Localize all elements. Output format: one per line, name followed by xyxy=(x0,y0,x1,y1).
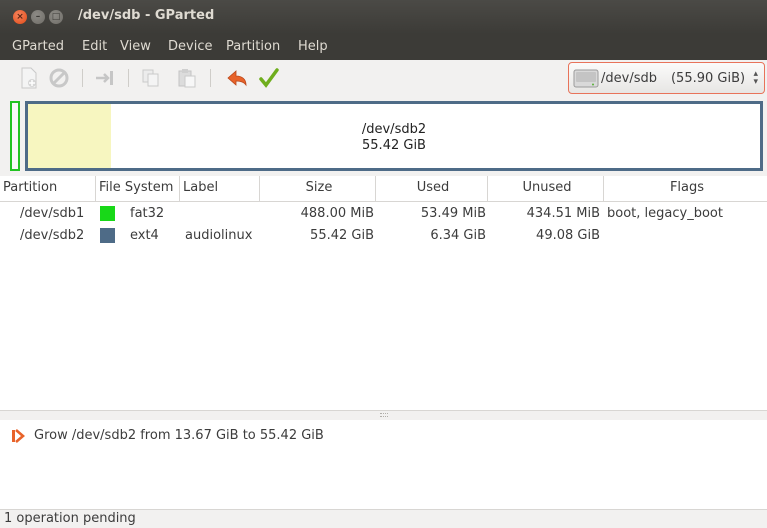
paste-icon[interactable] xyxy=(176,67,198,89)
column-header-label[interactable]: Label xyxy=(180,176,260,202)
column-header-unused[interactable]: Unused xyxy=(488,176,604,202)
apply-icon[interactable] xyxy=(258,67,280,89)
partition-segment-sdb1[interactable] xyxy=(10,101,20,171)
delete-icon[interactable] xyxy=(48,67,70,89)
drag-grip-icon xyxy=(380,413,388,417)
cell-size: 488.00 MiB xyxy=(300,206,374,221)
cell-size: 55.42 GiB xyxy=(310,228,374,243)
cell-used: 53.49 MiB xyxy=(420,206,486,221)
menu-partition[interactable]: Partition xyxy=(226,39,280,54)
column-header-flags[interactable]: Flags xyxy=(604,176,767,202)
toolbar-separator xyxy=(128,69,129,87)
undo-icon[interactable] xyxy=(226,67,248,89)
segment-partition-size: 55.42 GiB xyxy=(362,138,426,153)
segment-partition-name: /dev/sdb2 xyxy=(361,122,427,137)
operation-item[interactable]: Grow /dev/sdb2 from 13.67 GiB to 55.42 G… xyxy=(12,428,324,443)
column-header-filesystem[interactable]: File System xyxy=(96,176,180,202)
maximize-window-button[interactable]: □ xyxy=(49,10,63,24)
title-bar: × – □ /dev/sdb - GParted xyxy=(0,0,767,34)
cell-filesystem: ext4 xyxy=(130,228,159,243)
device-name: /dev/sdb xyxy=(601,70,657,86)
column-header-size[interactable]: Size xyxy=(260,176,376,202)
resize-move-icon[interactable] xyxy=(94,67,116,89)
menu-device[interactable]: Device xyxy=(168,39,212,54)
minimize-window-button[interactable]: – xyxy=(31,10,45,24)
status-text: 1 operation pending xyxy=(4,511,136,526)
new-partition-icon[interactable] xyxy=(18,67,40,89)
cell-unused: 434.51 MiB xyxy=(526,206,600,221)
cell-unused: 49.08 GiB xyxy=(536,228,600,243)
grow-icon xyxy=(12,428,25,443)
cell-partition: /dev/sdb2 xyxy=(20,228,85,243)
menu-edit[interactable]: Edit xyxy=(82,39,107,54)
cell-used: 6.34 GiB xyxy=(430,228,486,243)
filesystem-color-swatch xyxy=(100,206,115,221)
menu-view[interactable]: View xyxy=(120,39,151,54)
device-selector[interactable]: /dev/sdb (55.90 GiB) ▴ ▾ xyxy=(568,62,765,94)
pending-operations-panel: Grow /dev/sdb2 from 13.67 GiB to 55.42 G… xyxy=(0,420,767,510)
close-window-button[interactable]: × xyxy=(13,10,27,24)
copy-icon[interactable] xyxy=(140,67,162,89)
menu-bar: GParted Edit View Device Partition Help xyxy=(0,34,767,60)
device-size: (55.90 GiB) xyxy=(670,70,746,86)
cell-flags: boot, legacy_boot xyxy=(607,206,723,221)
combo-arrow-icon: ▴ ▾ xyxy=(753,69,758,87)
disk-map: /dev/sdb2 55.42 GiB xyxy=(8,100,765,172)
toolbar-separator xyxy=(82,69,83,87)
partition-table: Partition File System Label Size Used Un… xyxy=(0,176,767,410)
column-header-used[interactable]: Used xyxy=(376,176,488,202)
filesystem-color-swatch xyxy=(100,228,115,243)
status-bar: 1 operation pending xyxy=(0,510,767,528)
window-title: /dev/sdb - GParted xyxy=(78,8,215,23)
pane-divider[interactable] xyxy=(0,410,767,420)
operation-text: Grow /dev/sdb2 from 13.67 GiB to 55.42 G… xyxy=(34,428,324,443)
hard-disk-icon xyxy=(573,69,599,88)
toolbar-separator xyxy=(210,69,211,87)
column-header-partition[interactable]: Partition xyxy=(0,176,96,202)
cell-partition: /dev/sdb1 xyxy=(20,206,85,221)
partition-segment-sdb2[interactable]: /dev/sdb2 55.42 GiB xyxy=(25,101,763,171)
menu-gparted[interactable]: GParted xyxy=(12,39,64,54)
cell-label: audiolinux xyxy=(185,228,253,243)
segment-label: /dev/sdb2 55.42 GiB xyxy=(28,122,760,154)
menu-help[interactable]: Help xyxy=(298,39,328,54)
cell-filesystem: fat32 xyxy=(130,206,165,221)
